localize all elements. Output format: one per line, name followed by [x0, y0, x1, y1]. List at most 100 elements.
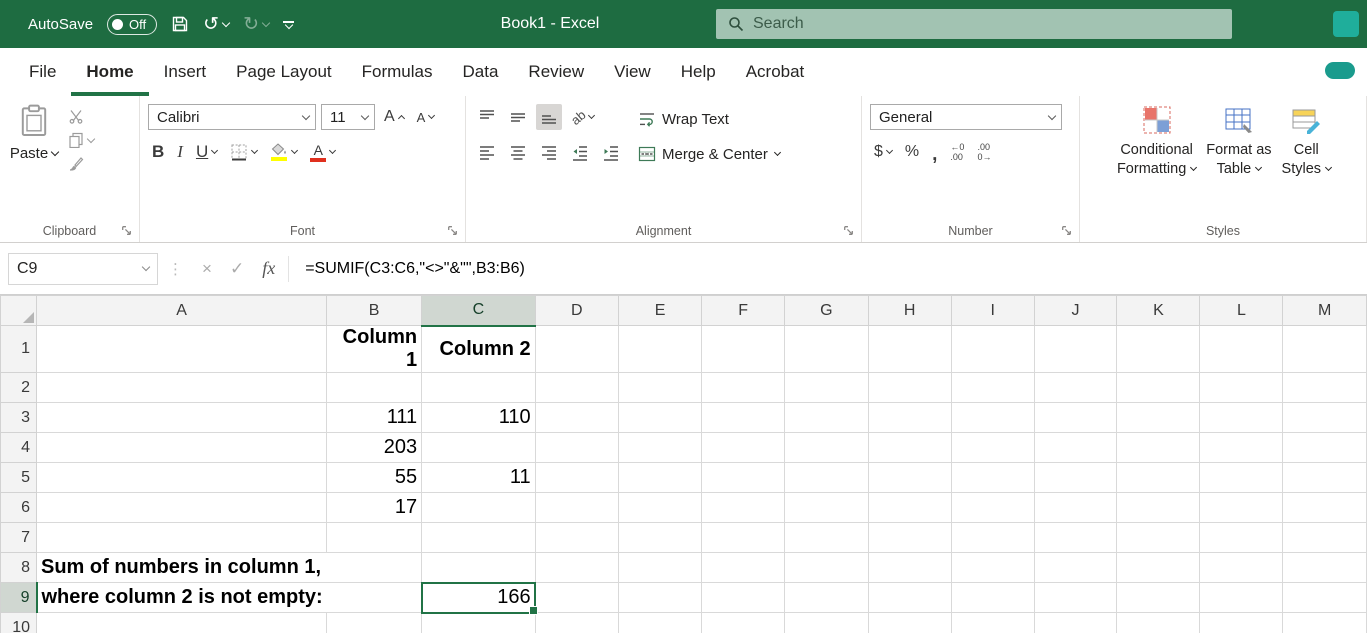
cell-I9[interactable]	[950, 582, 1035, 613]
cell-K6[interactable]	[1116, 492, 1201, 523]
align-middle-button[interactable]	[505, 104, 531, 130]
column-header-K[interactable]: K	[1116, 295, 1201, 326]
cell-G7[interactable]	[784, 522, 869, 553]
increase-decimal-button[interactable]: ←0.00	[946, 139, 968, 165]
decrease-indent-button[interactable]	[567, 140, 593, 166]
row-header-10[interactable]: 10	[0, 612, 37, 633]
cell-K3[interactable]	[1116, 402, 1201, 433]
cell-C9[interactable]: 166	[420, 581, 538, 616]
cell-M2[interactable]	[1282, 372, 1367, 403]
cell-L1[interactable]	[1199, 325, 1284, 373]
row-header-7[interactable]: 7	[0, 522, 37, 553]
cell-C7[interactable]	[421, 522, 536, 553]
cell-J3[interactable]	[1033, 402, 1118, 433]
cell-C10[interactable]	[421, 612, 536, 633]
cell-M8[interactable]	[1282, 552, 1367, 583]
cell-D10[interactable]	[534, 612, 619, 633]
column-header-M[interactable]: M	[1282, 295, 1367, 326]
cell-B6[interactable]: 17	[326, 492, 423, 523]
cell-E8[interactable]	[617, 552, 703, 583]
orientation-button[interactable]: ab	[567, 104, 598, 130]
fill-color-button[interactable]	[266, 139, 301, 165]
cell-L4[interactable]	[1199, 432, 1284, 463]
column-header-G[interactable]: G	[784, 295, 869, 326]
cell-I1[interactable]	[950, 325, 1035, 373]
column-header-H[interactable]: H	[867, 295, 952, 326]
cell-B1[interactable]: Column 1	[326, 325, 423, 373]
cell-C2[interactable]	[421, 372, 536, 403]
cell-B4[interactable]: 203	[326, 432, 423, 463]
cell-B2[interactable]	[326, 372, 423, 403]
italic-button[interactable]: I	[173, 139, 187, 165]
cell-J5[interactable]	[1033, 462, 1118, 493]
cut-button[interactable]	[68, 108, 94, 124]
decrease-decimal-button[interactable]: .00 0→	[973, 139, 995, 165]
align-left-button[interactable]	[474, 140, 500, 166]
tab-review[interactable]: Review	[513, 48, 599, 96]
cell-H1[interactable]	[867, 325, 952, 373]
column-header-E[interactable]: E	[617, 295, 703, 326]
cell-M6[interactable]	[1282, 492, 1367, 523]
undo-button[interactable]: ↺	[203, 15, 231, 34]
customize-quick-access-toolbar-button[interactable]	[283, 20, 294, 29]
cell-I5[interactable]	[950, 462, 1035, 493]
cell-I10[interactable]	[950, 612, 1035, 633]
formula-input[interactable]: =SUMIF(C3:C6,"<>"&"",B3:B6)	[293, 253, 1367, 285]
cell-F7[interactable]	[701, 522, 786, 553]
percent-style-button[interactable]: %	[901, 139, 923, 165]
cell-J2[interactable]	[1033, 372, 1118, 403]
tab-insert[interactable]: Insert	[149, 48, 222, 96]
name-box[interactable]: C9	[8, 252, 158, 285]
copy-button[interactable]	[68, 132, 96, 148]
insert-function-button[interactable]: fx	[253, 258, 284, 279]
row-header-3[interactable]: 3	[0, 402, 37, 433]
cell-G10[interactable]	[784, 612, 869, 633]
row-header-4[interactable]: 4	[0, 432, 37, 463]
column-header-C[interactable]: C	[421, 295, 536, 327]
cell-M3[interactable]	[1282, 402, 1367, 433]
cell-F3[interactable]	[701, 402, 786, 433]
cell-M1[interactable]	[1282, 325, 1367, 373]
cell-L3[interactable]	[1199, 402, 1284, 433]
cell-F6[interactable]	[701, 492, 786, 523]
tab-acrobat[interactable]: Acrobat	[731, 48, 820, 96]
cell-J1[interactable]	[1033, 325, 1118, 373]
accounting-format-button[interactable]: $	[870, 139, 896, 165]
cancel-button[interactable]: ×	[193, 259, 221, 279]
font-color-button[interactable]: A	[306, 139, 339, 165]
cell-H8[interactable]	[867, 552, 952, 583]
cell-I2[interactable]	[950, 372, 1035, 403]
cell-K9[interactable]	[1116, 582, 1201, 613]
cell-F1[interactable]	[701, 325, 786, 373]
cell-G5[interactable]	[784, 462, 869, 493]
cell-C8[interactable]	[421, 552, 536, 583]
cell-H10[interactable]	[867, 612, 952, 633]
cell-A7[interactable]	[35, 522, 328, 553]
cell-K1[interactable]	[1116, 325, 1201, 373]
cell-I3[interactable]	[950, 402, 1035, 433]
number-format-combo[interactable]: General	[870, 104, 1062, 130]
comma-style-button[interactable]: ,	[928, 139, 941, 165]
column-header-A[interactable]: A	[35, 295, 328, 326]
cell-F4[interactable]	[701, 432, 786, 463]
cell-E7[interactable]	[617, 522, 703, 553]
align-top-button[interactable]	[474, 104, 500, 130]
tab-formulas[interactable]: Formulas	[347, 48, 448, 96]
column-header-B[interactable]: B	[326, 295, 423, 326]
cell-C6[interactable]	[421, 492, 536, 523]
cell-G8[interactable]	[784, 552, 869, 583]
cell-K7[interactable]	[1116, 522, 1201, 553]
column-header-L[interactable]: L	[1199, 295, 1284, 326]
conditional-formatting-button[interactable]: Conditional Formatting	[1117, 104, 1198, 178]
underline-button[interactable]: U	[192, 139, 221, 165]
clipboard-dialog-launcher[interactable]	[120, 224, 133, 237]
row-header-2[interactable]: 2	[0, 372, 37, 403]
cell-M10[interactable]	[1282, 612, 1367, 633]
cell-H9[interactable]	[867, 582, 952, 613]
cell-A10[interactable]	[35, 612, 328, 633]
redo-button[interactable]: ↻	[243, 15, 271, 34]
cell-H6[interactable]	[867, 492, 952, 523]
cell-D3[interactable]	[534, 402, 619, 433]
borders-button[interactable]	[226, 139, 261, 165]
cell-K10[interactable]	[1116, 612, 1201, 633]
